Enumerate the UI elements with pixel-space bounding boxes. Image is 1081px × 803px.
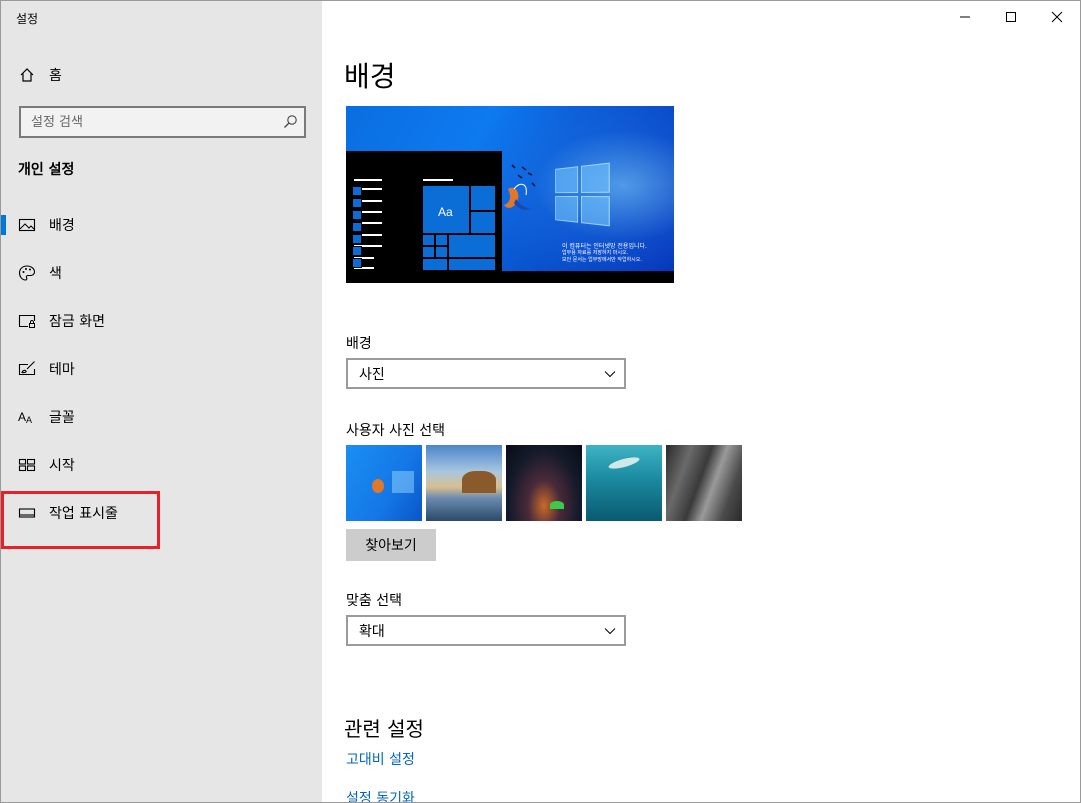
chevron-down-icon bbox=[604, 628, 616, 635]
fit-label: 맞춤 선택 bbox=[346, 593, 402, 609]
settings-window: 설정 홈 개인 설정 배경 색 잠금 화면 테 bbox=[0, 0, 1081, 803]
preview-caption-line: 보안 문서는 업무망에서만 작업하시오. bbox=[562, 257, 642, 263]
preview-tile-text: Aa bbox=[438, 205, 453, 219]
theme-brush-icon bbox=[18, 360, 36, 378]
palette-icon bbox=[18, 264, 36, 282]
picture-icon bbox=[18, 216, 36, 234]
sidebar-item-background[interactable]: 배경 bbox=[1, 201, 322, 249]
bird-illustration-icon bbox=[504, 164, 536, 210]
section-title: 개인 설정 bbox=[18, 162, 75, 178]
sidebar-item-lock-screen[interactable]: 잠금 화면 bbox=[1, 297, 322, 345]
fit-dropdown[interactable]: 확대 bbox=[346, 615, 626, 646]
main-content: 배경 Aa 이 컴퓨터는 인터넷망 전용입니다. 업무용 자료를 저장하지 마시… bbox=[322, 1, 1080, 802]
fit-value: 확대 bbox=[359, 623, 385, 640]
page-title: 배경 bbox=[344, 60, 396, 93]
preview-caption: 이 컴퓨터는 인터넷망 전용입니다. 업무용 자료를 저장하지 마시오. 보안 … bbox=[562, 243, 670, 264]
search-box[interactable] bbox=[19, 106, 306, 138]
app-title: 설정 bbox=[16, 12, 39, 26]
preview-caption-line: 이 컴퓨터는 인터넷망 전용입니다. bbox=[562, 243, 647, 250]
thumbnail-night-sky[interactable] bbox=[506, 445, 582, 521]
background-label: 배경 bbox=[346, 336, 372, 352]
sidebar-item-themes[interactable]: 테마 bbox=[1, 345, 322, 393]
related-settings-title: 관련 설정 bbox=[344, 717, 424, 741]
search-input[interactable] bbox=[21, 108, 304, 136]
sidebar-item-label: 시작 bbox=[49, 458, 75, 474]
lock-screen-icon bbox=[18, 312, 36, 330]
preview-caption-line: 업무용 자료를 저장하지 마시오. bbox=[562, 250, 629, 256]
choose-picture-label: 사용자 사진 선택 bbox=[346, 423, 446, 439]
browse-button[interactable]: 찾아보기 bbox=[346, 529, 436, 561]
windows-logo-icon bbox=[555, 162, 611, 227]
background-type-dropdown[interactable]: 사진 bbox=[346, 358, 626, 389]
background-type-value: 사진 bbox=[359, 366, 385, 383]
thumbnail-windows-hero[interactable] bbox=[346, 445, 422, 521]
font-icon: AA bbox=[18, 408, 36, 426]
svg-text:A: A bbox=[18, 410, 26, 424]
preview-taskbar bbox=[346, 271, 674, 283]
sidebar-item-label: 배경 bbox=[49, 218, 75, 234]
sidebar-item-label: 색 bbox=[49, 266, 62, 282]
search-icon bbox=[284, 115, 297, 128]
taskbar-icon bbox=[18, 504, 36, 522]
sidebar: 설정 홈 개인 설정 배경 색 잠금 화면 테 bbox=[1, 1, 322, 802]
home-link[interactable]: 홈 bbox=[19, 64, 62, 86]
background-preview: Aa 이 컴퓨터는 인터넷망 전용입니다. 업무용 자료를 저장하지 마시오. … bbox=[346, 106, 674, 283]
sidebar-item-label: 작업 표시줄 bbox=[49, 506, 118, 522]
sidebar-item-label: 테마 bbox=[49, 362, 75, 378]
sidebar-item-label: 잠금 화면 bbox=[49, 314, 105, 330]
high-contrast-settings-link[interactable]: 고대비 설정 bbox=[346, 749, 415, 769]
thumbnail-cliff-face[interactable] bbox=[666, 445, 742, 521]
home-icon bbox=[20, 68, 34, 82]
home-label: 홈 bbox=[49, 68, 62, 84]
sync-settings-link[interactable]: 설정 동기화 bbox=[346, 788, 415, 802]
svg-text:A: A bbox=[26, 415, 32, 425]
chevron-down-icon bbox=[604, 371, 616, 378]
sidebar-nav: 배경 색 잠금 화면 테마 AA 글꼴 시작 작업 표시줄 bbox=[1, 201, 322, 549]
start-icon bbox=[18, 456, 36, 474]
picture-thumbnails bbox=[346, 445, 746, 521]
sidebar-item-label: 글꼴 bbox=[49, 410, 75, 426]
sidebar-item-color[interactable]: 색 bbox=[1, 249, 322, 297]
sidebar-item-fonts[interactable]: AA 글꼴 bbox=[1, 393, 322, 441]
sidebar-item-start[interactable]: 시작 bbox=[1, 441, 322, 489]
thumbnail-beach-rocks[interactable] bbox=[426, 445, 502, 521]
thumbnail-underwater-swimmer[interactable] bbox=[586, 445, 662, 521]
sidebar-item-taskbar[interactable]: 작업 표시줄 bbox=[1, 489, 322, 549]
